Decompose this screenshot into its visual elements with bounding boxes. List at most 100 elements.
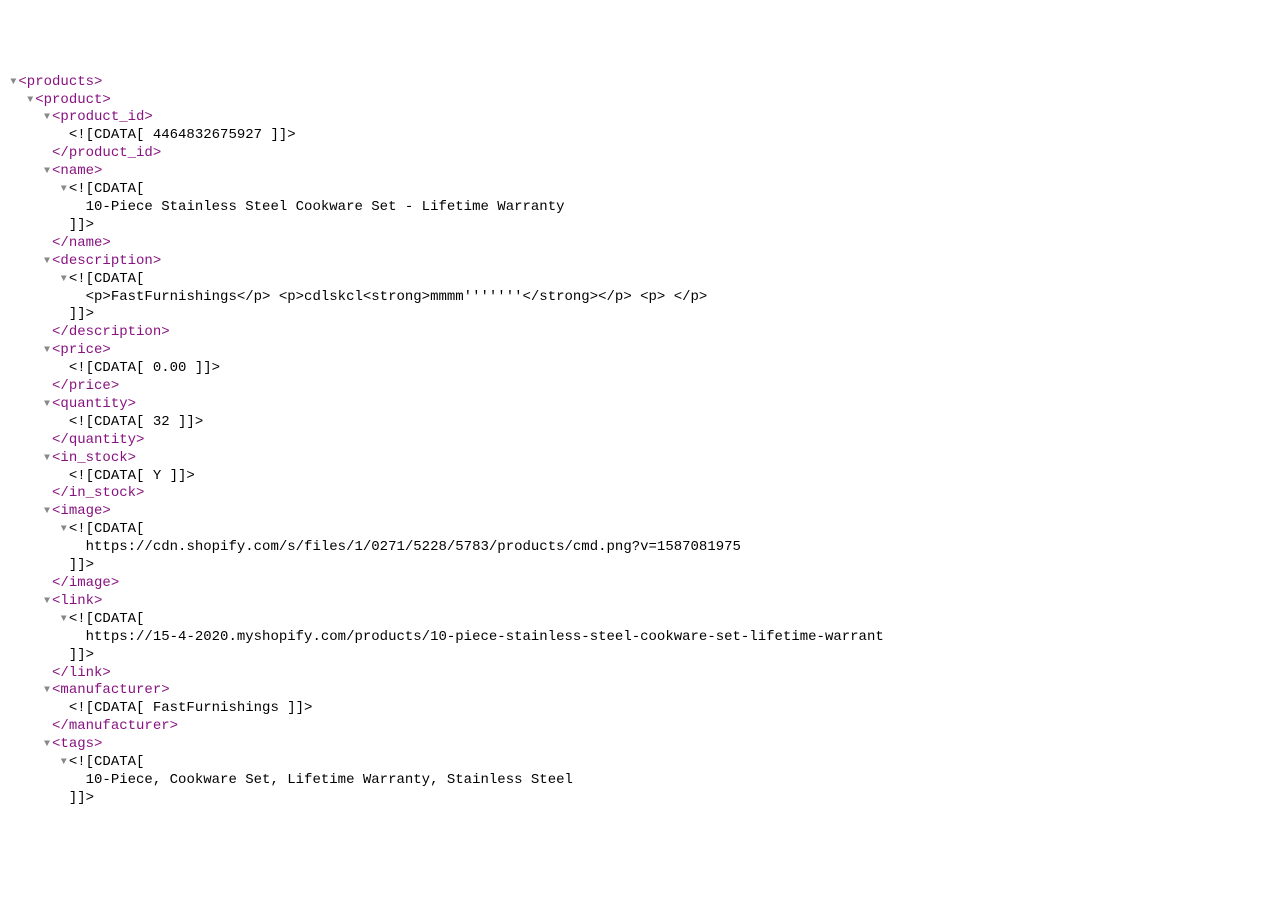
collapse-arrow-icon[interactable]: ▼ bbox=[8, 77, 18, 90]
xml-line: ]]> bbox=[0, 790, 1280, 808]
xml-text: <![CDATA[ FastFurnishings ]]> bbox=[69, 700, 313, 716]
xml-text: 10-Piece, Cookware Set, Lifetime Warrant… bbox=[86, 772, 573, 788]
xml-tag: <tags> bbox=[52, 736, 102, 752]
xml-line: ]]> bbox=[0, 306, 1280, 324]
xml-text: ]]> bbox=[69, 306, 94, 322]
xml-line: https://15-4-2020.myshopify.com/products… bbox=[0, 629, 1280, 647]
collapse-arrow-icon[interactable]: ▼ bbox=[59, 757, 69, 770]
collapse-arrow-icon bbox=[76, 202, 86, 215]
collapse-arrow-icon bbox=[42, 488, 52, 501]
collapse-arrow-icon[interactable]: ▼ bbox=[42, 256, 52, 269]
xml-tree-viewer: ▼<products> ▼<product> ▼<product_id> <![… bbox=[0, 74, 1280, 808]
xml-text: <![CDATA[ bbox=[69, 611, 145, 627]
xml-tag: <price> bbox=[52, 342, 111, 358]
collapse-arrow-icon bbox=[42, 327, 52, 340]
xml-text: <![CDATA[ 4464832675927 ]]> bbox=[69, 127, 296, 143]
collapse-arrow-icon bbox=[42, 721, 52, 734]
collapse-arrow-icon bbox=[59, 309, 69, 322]
collapse-arrow-icon[interactable]: ▼ bbox=[25, 95, 35, 108]
xml-line: ▼<tags> bbox=[0, 736, 1280, 754]
xml-line: ▼<manufacturer> bbox=[0, 682, 1280, 700]
xml-text: <![CDATA[ 0.00 ]]> bbox=[69, 360, 220, 376]
xml-tag: <in_stock> bbox=[52, 450, 136, 466]
collapse-arrow-icon bbox=[76, 292, 86, 305]
collapse-arrow-icon[interactable]: ▼ bbox=[42, 399, 52, 412]
xml-line: ]]> bbox=[0, 647, 1280, 665]
xml-line: <![CDATA[ 0.00 ]]> bbox=[0, 360, 1280, 378]
xml-line: ▼<products> bbox=[0, 74, 1280, 92]
xml-line: ▼<link> bbox=[0, 593, 1280, 611]
xml-line: <![CDATA[ Y ]]> bbox=[0, 468, 1280, 486]
collapse-arrow-icon bbox=[42, 238, 52, 251]
collapse-arrow-icon[interactable]: ▼ bbox=[42, 112, 52, 125]
collapse-arrow-icon bbox=[42, 148, 52, 161]
collapse-arrow-icon bbox=[42, 435, 52, 448]
xml-text: <![CDATA[ Y ]]> bbox=[69, 468, 195, 484]
collapse-arrow-icon bbox=[42, 381, 52, 394]
collapse-arrow-icon[interactable]: ▼ bbox=[42, 453, 52, 466]
collapse-arrow-icon bbox=[76, 632, 86, 645]
xml-tag: <product_id> bbox=[52, 109, 153, 125]
xml-text: <![CDATA[ bbox=[69, 754, 145, 770]
xml-tag: </manufacturer> bbox=[52, 718, 178, 734]
xml-text: <![CDATA[ 32 ]]> bbox=[69, 414, 203, 430]
xml-tag: <products> bbox=[18, 74, 102, 90]
collapse-arrow-icon[interactable]: ▼ bbox=[42, 345, 52, 358]
xml-tag: </quantity> bbox=[52, 432, 144, 448]
xml-line: https://cdn.shopify.com/s/files/1/0271/5… bbox=[0, 539, 1280, 557]
collapse-arrow-icon[interactable]: ▼ bbox=[42, 739, 52, 752]
collapse-arrow-icon[interactable]: ▼ bbox=[59, 524, 69, 537]
xml-text: <p>FastFurnishings</p> <p>cdlskcl<strong… bbox=[86, 289, 708, 305]
xml-line: ▼<product_id> bbox=[0, 109, 1280, 127]
collapse-arrow-icon bbox=[76, 775, 86, 788]
xml-line: ▼<![CDATA[ bbox=[0, 754, 1280, 772]
xml-text: <![CDATA[ bbox=[69, 181, 145, 197]
xml-line: ▼<product> bbox=[0, 92, 1280, 110]
xml-tag: <manufacturer> bbox=[52, 682, 170, 698]
collapse-arrow-icon bbox=[59, 650, 69, 663]
collapse-arrow-icon bbox=[59, 471, 69, 484]
xml-text: ]]> bbox=[69, 790, 94, 806]
collapse-arrow-icon bbox=[59, 363, 69, 376]
xml-line: </name> bbox=[0, 235, 1280, 253]
xml-line: </product_id> bbox=[0, 145, 1280, 163]
xml-text: ]]> bbox=[69, 217, 94, 233]
xml-text: ]]> bbox=[69, 647, 94, 663]
xml-line: ▼<image> bbox=[0, 503, 1280, 521]
xml-tag: <product> bbox=[35, 92, 111, 108]
collapse-arrow-icon bbox=[59, 417, 69, 430]
collapse-arrow-icon[interactable]: ▼ bbox=[42, 685, 52, 698]
collapse-arrow-icon bbox=[59, 220, 69, 233]
collapse-arrow-icon[interactable]: ▼ bbox=[59, 274, 69, 287]
collapse-arrow-icon[interactable]: ▼ bbox=[59, 184, 69, 197]
xml-line: <![CDATA[ 4464832675927 ]]> bbox=[0, 127, 1280, 145]
xml-text: <![CDATA[ bbox=[69, 521, 145, 537]
xml-tag: </link> bbox=[52, 665, 111, 681]
xml-text: <![CDATA[ bbox=[69, 271, 145, 287]
xml-text: https://15-4-2020.myshopify.com/products… bbox=[86, 629, 884, 645]
collapse-arrow-icon bbox=[59, 703, 69, 716]
xml-tag: </price> bbox=[52, 378, 119, 394]
collapse-arrow-icon bbox=[42, 668, 52, 681]
xml-tag: </name> bbox=[52, 235, 111, 251]
collapse-arrow-icon bbox=[42, 578, 52, 591]
collapse-arrow-icon bbox=[76, 542, 86, 555]
xml-tag: </description> bbox=[52, 324, 170, 340]
xml-line: </link> bbox=[0, 665, 1280, 683]
xml-tag: <quantity> bbox=[52, 396, 136, 412]
xml-line: </manufacturer> bbox=[0, 718, 1280, 736]
xml-line: ▼<![CDATA[ bbox=[0, 611, 1280, 629]
xml-line: </description> bbox=[0, 324, 1280, 342]
xml-line: 10-Piece, Cookware Set, Lifetime Warrant… bbox=[0, 772, 1280, 790]
collapse-arrow-icon[interactable]: ▼ bbox=[42, 596, 52, 609]
xml-line: <![CDATA[ FastFurnishings ]]> bbox=[0, 700, 1280, 718]
xml-text: https://cdn.shopify.com/s/files/1/0271/5… bbox=[86, 539, 741, 555]
xml-text: ]]> bbox=[69, 557, 94, 573]
collapse-arrow-icon[interactable]: ▼ bbox=[42, 166, 52, 179]
xml-line: ]]> bbox=[0, 217, 1280, 235]
collapse-arrow-icon[interactable]: ▼ bbox=[59, 614, 69, 627]
xml-line: </image> bbox=[0, 575, 1280, 593]
collapse-arrow-icon[interactable]: ▼ bbox=[42, 506, 52, 519]
xml-tag: </product_id> bbox=[52, 145, 161, 161]
xml-line: ▼<price> bbox=[0, 342, 1280, 360]
